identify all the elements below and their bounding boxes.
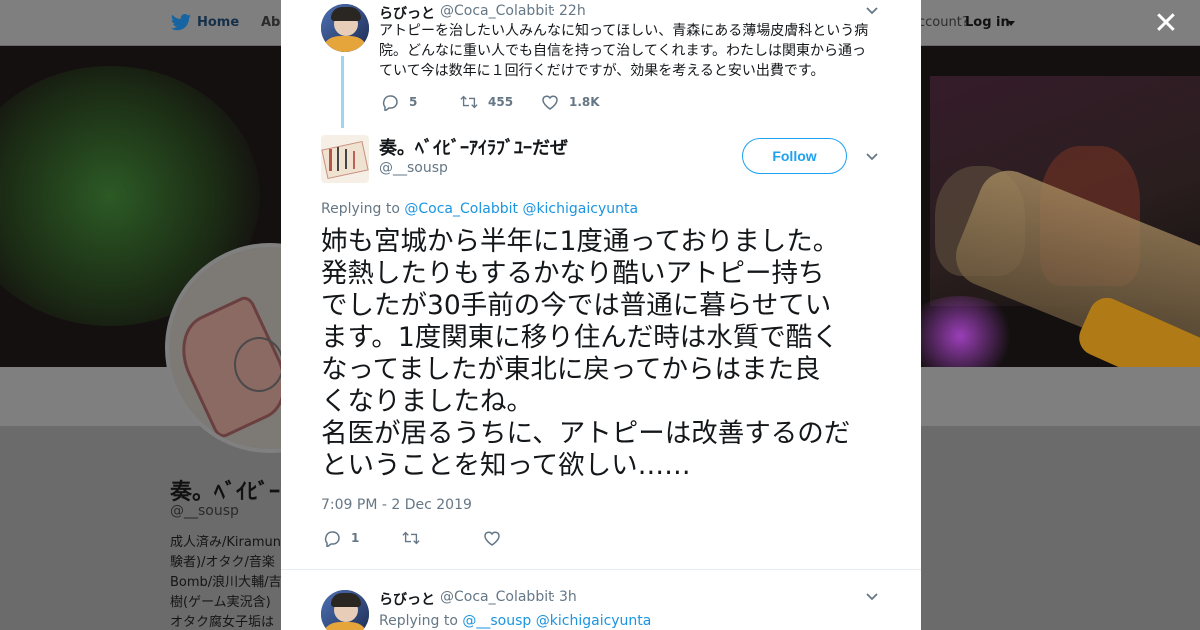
reply-icon xyxy=(382,95,398,111)
tweet-author-handle[interactable]: @Coca_Colabbit xyxy=(440,3,554,19)
chevron-down-icon[interactable] xyxy=(866,153,878,161)
account-prompt: ccount? xyxy=(918,15,969,30)
tweet-time[interactable]: 22h xyxy=(559,3,586,19)
mention-link[interactable]: @Coca_Colabbit xyxy=(404,201,518,217)
thread-connector xyxy=(341,56,344,128)
retweet-icon xyxy=(460,95,478,109)
tweet-author-name[interactable]: 奏。ﾍﾞｲﾋﾞｰｱｲﾗﾌﾞﾕｰだぜ xyxy=(379,134,568,160)
mention-link[interactable]: @kichigaicyunta xyxy=(536,613,652,629)
tweet-author-name[interactable]: らびっと xyxy=(379,589,435,609)
retweet-count: 455 xyxy=(488,95,514,109)
avatar[interactable] xyxy=(321,4,369,52)
tweet-author-handle[interactable]: @Coca_Colabbit xyxy=(440,589,554,605)
tweet-author-name[interactable]: らびっと xyxy=(379,3,435,23)
reply-button[interactable]: 5 xyxy=(381,92,417,112)
reply-icon xyxy=(324,531,340,547)
like-count: 1.8K xyxy=(569,95,600,109)
like-button[interactable] xyxy=(483,528,501,548)
tweet-text: 姉も宮城から半年に1度通っておりました。 発熱したりもするかなり酷いアトピー持ち… xyxy=(321,226,851,481)
tweet-modal: らびっと @Coca_Colabbit · 22h アトピーを治したい人みんなに… xyxy=(281,0,921,630)
avatar[interactable] xyxy=(321,590,369,630)
retweet-button[interactable]: 455 xyxy=(460,92,513,112)
follow-button[interactable]: Follow xyxy=(742,138,847,174)
nav-home[interactable]: Home xyxy=(197,15,239,30)
avatar[interactable] xyxy=(321,135,369,183)
chevron-down-icon[interactable] xyxy=(866,593,878,601)
profile-name: 奏。ﾍﾞｲﾋﾞｰｱ xyxy=(170,480,292,505)
like-button[interactable]: 1.8K xyxy=(541,92,600,112)
retweet-button[interactable] xyxy=(402,528,420,548)
reply-button[interactable]: 1 xyxy=(323,528,359,548)
mention-link[interactable]: @__sousp xyxy=(462,613,531,629)
login-link[interactable]: Log in xyxy=(965,15,1010,30)
heart-icon xyxy=(542,95,558,110)
replying-to: Replying to @Coca_Colabbit @kichigaicyun… xyxy=(321,201,639,217)
profile-bio: 成人済み/Kiramun 験者)/オタク/音楽 Bomb/浪川大輔/吉 樹(ゲー… xyxy=(170,535,282,630)
tweet-timestamp[interactable]: 7:09 PM - 2 Dec 2019 xyxy=(321,497,472,513)
mention-link[interactable]: @kichigaicyunta xyxy=(522,201,638,217)
tweet-text: アトピーを治したい人みんなに知ってほしい、青森にある薄場皮膚科という病 院。どん… xyxy=(379,23,869,79)
reply-count: 5 xyxy=(409,95,418,109)
tweet-time[interactable]: 3h xyxy=(559,589,577,605)
twitter-bird-icon[interactable] xyxy=(170,13,192,33)
chevron-down-icon[interactable] xyxy=(1007,21,1015,26)
heart-icon xyxy=(484,531,500,546)
reply-count: 1 xyxy=(351,531,360,545)
replying-to: Replying to @__sousp @kichigaicyunta xyxy=(379,613,652,629)
retweet-icon xyxy=(402,531,420,545)
tweet-author-handle[interactable]: @__sousp xyxy=(379,160,448,176)
chevron-down-icon[interactable] xyxy=(866,7,878,15)
profile-handle: @__sousp xyxy=(170,503,239,519)
close-icon[interactable]: ✕ xyxy=(1150,8,1182,40)
